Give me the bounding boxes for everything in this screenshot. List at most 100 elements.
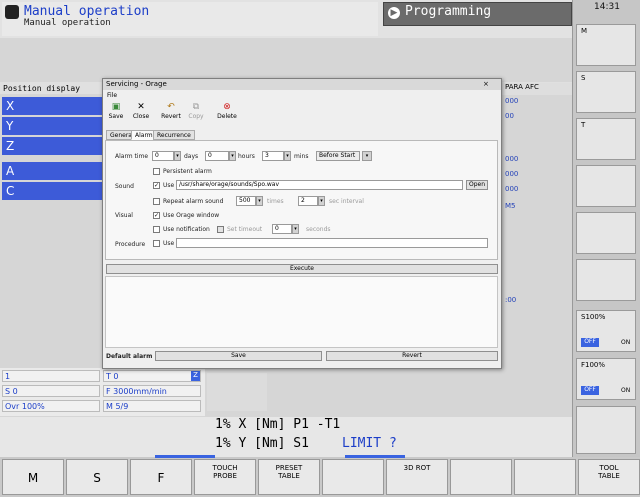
softkey-t[interactable]: T: [576, 118, 636, 160]
axis-a: A: [2, 162, 102, 180]
right-value-7: :00: [505, 296, 517, 304]
tab-recurrence[interactable]: Recurrence: [153, 130, 195, 140]
bottom-softkey-f[interactable]: F: [130, 459, 192, 495]
orage-window-checkbox[interactable]: ✓: [153, 212, 160, 219]
revert-icon: ↶: [167, 102, 175, 112]
sound-use-checkbox[interactable]: ✓: [153, 182, 160, 189]
right-value-3: 000: [505, 155, 519, 163]
dialog-title: Servicing - Orage: [103, 79, 501, 90]
delete-toolbar-button[interactable]: ⊗ Delete: [216, 102, 238, 126]
default-save-button[interactable]: Save: [155, 351, 322, 361]
spindle-off: OFF: [581, 338, 599, 347]
sound-label: Sound: [115, 183, 134, 190]
repeat-checkbox[interactable]: [153, 198, 160, 205]
right-value-2: 00: [505, 112, 514, 120]
before-start-select[interactable]: Before Start: [316, 151, 360, 161]
mins-label: mins: [294, 153, 309, 160]
orage-window-label: Use Orage window: [163, 212, 220, 219]
days-label: days: [184, 153, 199, 160]
procedure-use-label: Use: [163, 240, 175, 247]
programming-icon: ▶: [388, 7, 400, 19]
spindle-override[interactable]: S100% OFF ON: [576, 310, 636, 352]
machine-mode-icon: [5, 5, 19, 19]
before-start-dropdown[interactable]: ▾: [362, 151, 372, 161]
limit-warning: LIMIT ?: [342, 436, 397, 451]
load-line-2: 1% Y [Nm] S1: [215, 436, 309, 451]
softkey-m[interactable]: M: [576, 24, 636, 66]
copy-toolbar-button[interactable]: ⧉ Copy: [185, 102, 207, 126]
softkey-empty-1[interactable]: [576, 165, 636, 207]
default-alarm-label: Default alarm: [106, 353, 153, 360]
delete-icon: ⊗: [223, 102, 231, 112]
mode-title: Manual operation: [24, 4, 150, 19]
mins-input[interactable]: 3: [262, 151, 284, 161]
mins-spinner[interactable]: ▾: [284, 151, 291, 161]
status-f: F 3000mm/min: [103, 385, 201, 397]
tool-table-button[interactable]: TOOL TABLE: [578, 459, 640, 495]
procedure-input[interactable]: [176, 238, 488, 248]
softkey-empty-2[interactable]: [576, 212, 636, 254]
softkey-empty-3[interactable]: [576, 259, 636, 301]
result-area: [105, 276, 498, 348]
bottom-softkey-empty-1[interactable]: [322, 459, 384, 495]
feed-on: ON: [621, 387, 631, 394]
revert-toolbar-button[interactable]: ↶ Revert: [160, 102, 182, 126]
axis-x: X: [2, 97, 102, 115]
repeat-times-spinner[interactable]: ▾: [256, 196, 263, 206]
save-icon: ▣: [111, 102, 121, 112]
timeout-input[interactable]: 0: [272, 224, 292, 234]
status-t: T 0: [103, 370, 201, 382]
softkey-empty-4[interactable]: [576, 406, 636, 454]
repeat-times-input[interactable]: 500: [236, 196, 256, 206]
interval-input[interactable]: 2: [298, 196, 318, 206]
axis-y: Y: [2, 117, 102, 135]
close-toolbar-button[interactable]: ✕ Close: [130, 102, 152, 126]
right-value-5: 000: [505, 185, 519, 193]
persistent-checkbox[interactable]: [153, 168, 160, 175]
right-value-1: 000: [505, 97, 519, 105]
days-spinner[interactable]: ▾: [174, 151, 181, 161]
sec-interval-label: sec interval: [329, 198, 364, 205]
preset-table-button[interactable]: PRESET TABLE: [258, 459, 320, 495]
menu-file[interactable]: File: [107, 92, 117, 99]
notification-checkbox[interactable]: [153, 226, 160, 233]
bottom-softkey-s[interactable]: S: [66, 459, 128, 495]
default-revert-button[interactable]: Revert: [326, 351, 498, 361]
spindle-on: ON: [621, 339, 631, 346]
hours-input[interactable]: 0: [205, 151, 229, 161]
close-icon[interactable]: ×: [483, 80, 489, 88]
programming-label: Programming: [405, 4, 492, 19]
procedure-checkbox[interactable]: [153, 240, 160, 247]
days-input[interactable]: 0: [152, 151, 174, 161]
softkey-s[interactable]: S: [576, 71, 636, 113]
execute-button[interactable]: Execute: [106, 264, 498, 274]
feed-override[interactable]: F100% OFF ON: [576, 358, 636, 400]
visual-label: Visual: [115, 212, 133, 219]
bottom-softkey-m[interactable]: M: [2, 459, 64, 495]
bottom-softkey-empty-3[interactable]: [514, 459, 576, 495]
bottom-softkey-empty-2[interactable]: [450, 459, 512, 495]
times-label: times: [267, 198, 284, 205]
repeat-label: Repeat alarm sound: [163, 198, 224, 205]
3d-rot-button[interactable]: 3D ROT: [386, 459, 448, 495]
z-flag: Z: [191, 371, 200, 381]
position-display-label: Position display: [3, 84, 81, 93]
hours-spinner[interactable]: ▾: [229, 151, 236, 161]
right-value-6: M5: [505, 202, 516, 210]
sound-path-input[interactable]: /usr/share/orage/sounds/Spo.wav: [176, 180, 463, 190]
interval-spinner[interactable]: ▾: [318, 196, 325, 206]
control-icon-grid: [207, 373, 267, 411]
mode-subtitle: Manual operation: [24, 18, 111, 28]
timeout-checkbox[interactable]: [217, 226, 224, 233]
open-button[interactable]: Open: [466, 180, 488, 190]
status-ovr: Ovr 100%: [2, 400, 100, 412]
notification-label: Use notification: [163, 226, 210, 233]
timeout-spinner[interactable]: ▾: [292, 224, 299, 234]
touch-probe-button[interactable]: TOUCH PROBE: [194, 459, 256, 495]
status-s: S 0: [2, 385, 100, 397]
save-toolbar-button[interactable]: ▣ Save: [105, 102, 127, 126]
right-tabs: PARA AFC: [502, 83, 572, 95]
alarm-time-label: Alarm time: [115, 153, 149, 160]
sound-use-label: Use: [163, 182, 175, 189]
softkey-tab-marker-2: [345, 455, 405, 458]
